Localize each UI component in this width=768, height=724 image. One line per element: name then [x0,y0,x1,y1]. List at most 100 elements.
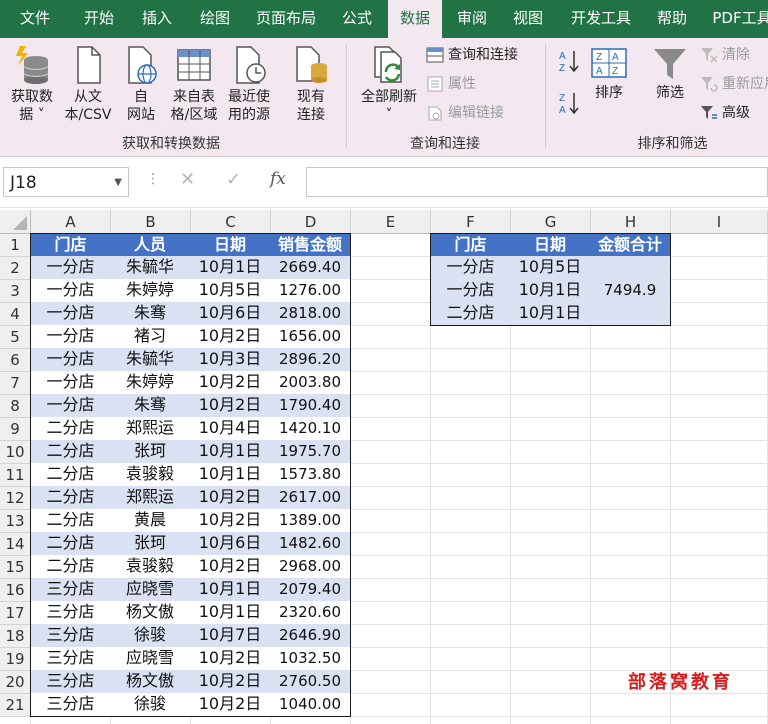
table-cell[interactable]: 一分店 [30,348,111,372]
table-cell[interactable]: 朱毓华 [110,348,191,372]
table-cell[interactable]: 张珂 [110,440,191,464]
table-cell[interactable]: 10月2日 [190,394,271,418]
tab-insert[interactable]: 插入 [128,0,186,38]
table-cell[interactable]: 1656.00 [270,325,351,349]
column-header-h[interactable]: H [591,210,671,234]
table-cell[interactable]: 郑熙运 [110,417,191,441]
table-cell[interactable]: 一分店 [30,371,111,395]
table-cell[interactable]: 1389.00 [270,509,351,533]
sort-descending-button[interactable]: Z A [556,90,582,118]
column-header-i[interactable]: I [671,210,768,234]
table-cell[interactable]: 1040.00 [270,693,351,717]
table-cell[interactable]: 二分店 [30,532,111,556]
table-header-cell[interactable]: 门店 [30,233,111,257]
row-header-4[interactable]: 4 [0,303,31,326]
tab-home[interactable]: 开始 [70,0,128,38]
table-cell[interactable]: 10月4日 [190,417,271,441]
recent-sources-button[interactable]: 最近使 用的源 [222,44,276,124]
table-cell[interactable]: 10月2日 [190,486,271,510]
select-all-corner[interactable] [0,210,31,234]
criteria-cell[interactable]: 一分店 [430,279,511,303]
edit-links-button[interactable]: 编辑链接 [426,102,504,124]
row-header-5[interactable]: 5 [0,326,31,349]
row-header-20[interactable]: 20 [0,671,31,694]
table-cell[interactable]: 二分店 [30,440,111,464]
table-cell[interactable]: 杨文傲 [110,601,191,625]
row-header-9[interactable]: 9 [0,418,31,441]
row-header-1[interactable]: 1 [0,234,31,257]
row-header-18[interactable]: 18 [0,625,31,648]
table-cell[interactable]: 褚习 [110,325,191,349]
row-header-14[interactable]: 14 [0,533,31,556]
advanced-filter-button[interactable]: 高级 [700,102,750,124]
table-cell[interactable]: 三分店 [30,647,111,671]
row-header-11[interactable]: 11 [0,464,31,487]
table-cell[interactable]: 2760.50 [270,670,351,694]
insert-function-icon[interactable]: fx [270,169,286,189]
table-cell[interactable]: 10月3日 [190,348,271,372]
table-cell[interactable]: 2617.00 [270,486,351,510]
queries-connections-button[interactable]: 查询和连接 [426,44,518,66]
table-cell[interactable]: 10月6日 [190,532,271,556]
tab-draw[interactable]: 绘图 [186,0,244,38]
enter-icon[interactable]: ✓ [226,169,241,190]
criteria-header-cell[interactable]: 日期 [510,233,591,257]
table-cell[interactable]: 10月2日 [190,509,271,533]
tab-page-layout[interactable]: 页面布局 [244,0,328,38]
criteria-cell[interactable]: 二分店 [430,302,511,326]
criteria-total-cell[interactable]: 7494.9 [590,256,671,326]
row-header-7[interactable]: 7 [0,372,31,395]
column-header-f[interactable]: F [431,210,511,234]
table-cell[interactable]: 2079.40 [270,578,351,602]
cancel-icon[interactable]: ✕ [180,169,195,190]
criteria-header-cell[interactable]: 金额合计 [590,233,671,257]
tab-view[interactable]: 视图 [500,0,556,38]
table-cell[interactable]: 一分店 [30,302,111,326]
table-cell[interactable]: 黄晨 [110,509,191,533]
tab-data[interactable]: 数据 [388,0,442,38]
table-cell[interactable]: 朱婷婷 [110,279,191,303]
table-cell[interactable]: 2646.90 [270,624,351,648]
table-cell[interactable]: 一分店 [30,256,111,280]
table-cell[interactable]: 一分店 [30,325,111,349]
table-cell[interactable]: 10月7日 [190,624,271,648]
table-cell[interactable]: 二分店 [30,555,111,579]
table-cell[interactable]: 徐骏 [110,693,191,717]
table-cell[interactable]: 一分店 [30,394,111,418]
table-cell[interactable]: 张珂 [110,532,191,556]
from-table-range-button[interactable]: 来自表 格/区域 [166,44,222,124]
table-cell[interactable]: 2669.40 [270,256,351,280]
name-box[interactable]: J18 ▼ [3,167,129,197]
row-header-6[interactable]: 6 [0,349,31,372]
column-header-a[interactable]: A [31,210,111,234]
table-cell[interactable]: 三分店 [30,624,111,648]
table-cell[interactable]: 10月2日 [190,647,271,671]
from-web-button[interactable]: 自 网站 [116,44,166,124]
table-cell[interactable]: 10月2日 [190,325,271,349]
row-header-17[interactable]: 17 [0,602,31,625]
table-header-cell[interactable]: 人员 [110,233,191,257]
formula-input[interactable] [306,167,768,197]
criteria-header-cell[interactable]: 门店 [430,233,511,257]
table-cell[interactable]: 三分店 [30,601,111,625]
table-cell[interactable]: 一分店 [30,279,111,303]
row-header-10[interactable]: 10 [0,441,31,464]
table-cell[interactable]: 10月1日 [190,440,271,464]
table-cell[interactable]: 二分店 [30,417,111,441]
table-cell[interactable]: 1975.70 [270,440,351,464]
table-cell[interactable]: 袁骏毅 [110,463,191,487]
criteria-cell[interactable]: 10月1日 [510,302,591,326]
table-cell[interactable]: 1420.10 [270,417,351,441]
sort-ascending-button[interactable]: A Z [556,48,582,76]
filter-button[interactable]: 筛选 [646,46,694,102]
table-cell[interactable]: 1573.80 [270,463,351,487]
column-header-g[interactable]: G [511,210,591,234]
table-cell[interactable]: 徐骏 [110,624,191,648]
table-cell[interactable]: 10月6日 [190,302,271,326]
tab-pdf-tools[interactable]: PDF工具 [702,0,768,38]
table-cell[interactable]: 朱毓华 [110,256,191,280]
table-cell[interactable]: 二分店 [30,463,111,487]
column-header-d[interactable]: D [271,210,351,234]
table-cell[interactable]: 10月1日 [190,256,271,280]
table-cell[interactable]: 朱婷婷 [110,371,191,395]
